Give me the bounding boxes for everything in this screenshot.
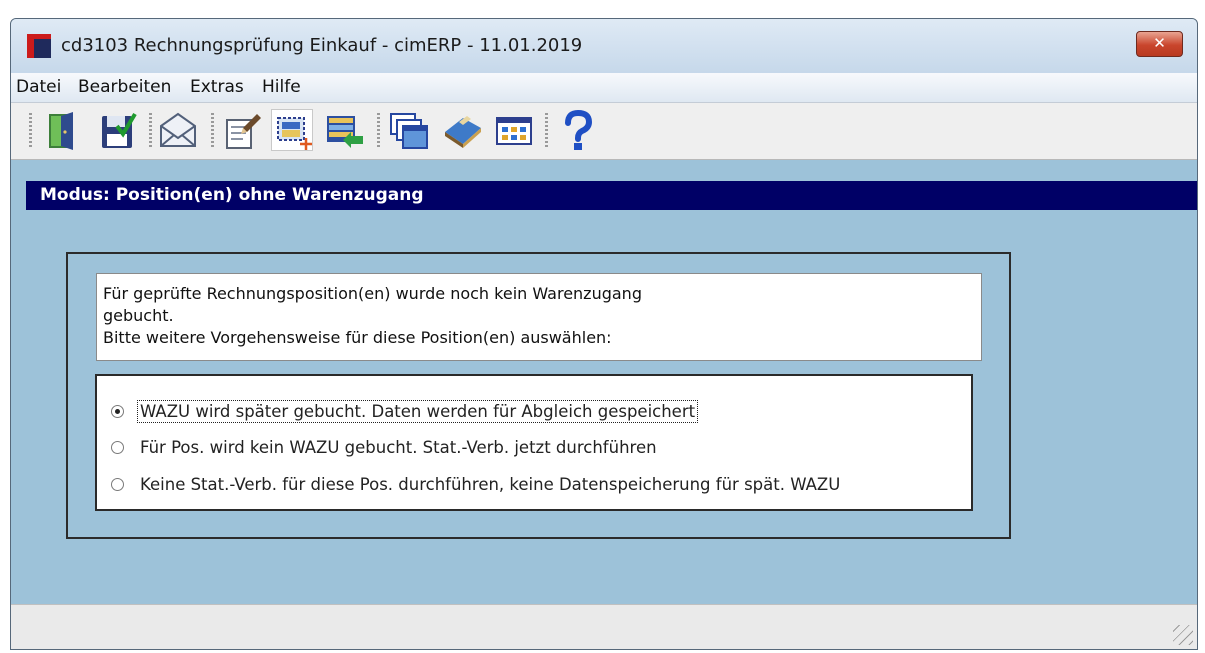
windows-cascade-button[interactable] [387,110,429,152]
window-title: cd3103 Rechnungsprüfung Einkauf - cimERP… [61,35,583,56]
grid-view-button[interactable] [493,110,535,152]
info-line: Bitte weitere Vorgehensweise für diese P… [103,328,612,347]
toolbar-separator [211,113,214,149]
radio-button[interactable] [111,440,124,454]
help-icon [565,109,593,150]
book-button[interactable] [441,110,483,152]
options-radio-group: WAZU wird später gebucht. Daten werden f… [95,374,973,511]
toolbar-separator [545,113,548,149]
edit-document-icon [226,114,261,149]
info-line: Für geprüfte Rechnungsposition(en) wurde… [103,284,642,303]
option-label[interactable]: Für Pos. wird kein WAZU gebucht. Stat.-V… [138,437,659,458]
transfer-list-button[interactable] [323,110,365,152]
option-label[interactable]: WAZU wird später gebucht. Daten werden f… [136,399,699,423]
menu-hilfe[interactable]: Hilfe [262,77,301,97]
radio-button[interactable] [111,404,124,418]
option-label[interactable]: Keine Stat.-Verb. für diese Pos. durchfü… [138,474,842,495]
toolbar-separator [149,113,152,149]
new-selection-button[interactable] [271,109,313,151]
option-row[interactable]: Für Pos. wird kein WAZU gebucht. Stat.-V… [111,434,659,460]
edit-document-button[interactable] [221,110,263,152]
email-button[interactable] [157,110,199,152]
menu-datei[interactable]: Datei [16,77,61,97]
book-icon [445,116,481,148]
option-row[interactable]: Keine Stat.-Verb. für diese Pos. durchfü… [111,471,842,497]
status-bar [11,604,1197,649]
save-button[interactable] [97,110,139,152]
close-button[interactable]: ✕ [1136,31,1183,57]
toolbar [11,103,1197,160]
windows-cascade-icon [390,113,428,149]
menu-bar: Datei Bearbeiten Extras Hilfe [11,73,1197,103]
info-message-box: Für geprüfte Rechnungsposition(en) wurde… [96,273,982,361]
save-check-icon [102,112,137,148]
grid-view-icon [496,117,532,145]
info-line: gebucht. [103,306,174,325]
exit-door-icon [49,112,73,150]
radio-button[interactable] [111,477,124,491]
resize-grip-icon[interactable] [1173,625,1193,645]
menu-bearbeiten[interactable]: Bearbeiten [78,77,171,97]
new-selection-icon [277,117,312,150]
exit-door-button[interactable] [41,110,83,152]
help-button[interactable] [557,109,599,152]
app-logo-icon [27,34,51,58]
option-row[interactable]: WAZU wird später gebucht. Daten werden f… [111,398,699,424]
title-bar[interactable]: cd3103 Rechnungsprüfung Einkauf - cimERP… [11,19,1197,73]
menu-extras[interactable]: Extras [190,77,244,97]
transfer-list-icon [327,116,363,148]
toolbar-separator [377,113,380,149]
envelope-icon [160,112,196,147]
app-window: cd3103 Rechnungsprüfung Einkauf - cimERP… [10,18,1198,650]
toolbar-separator [29,113,32,149]
mode-bar: Modus: Position(en) ohne Warenzugang [26,181,1197,210]
